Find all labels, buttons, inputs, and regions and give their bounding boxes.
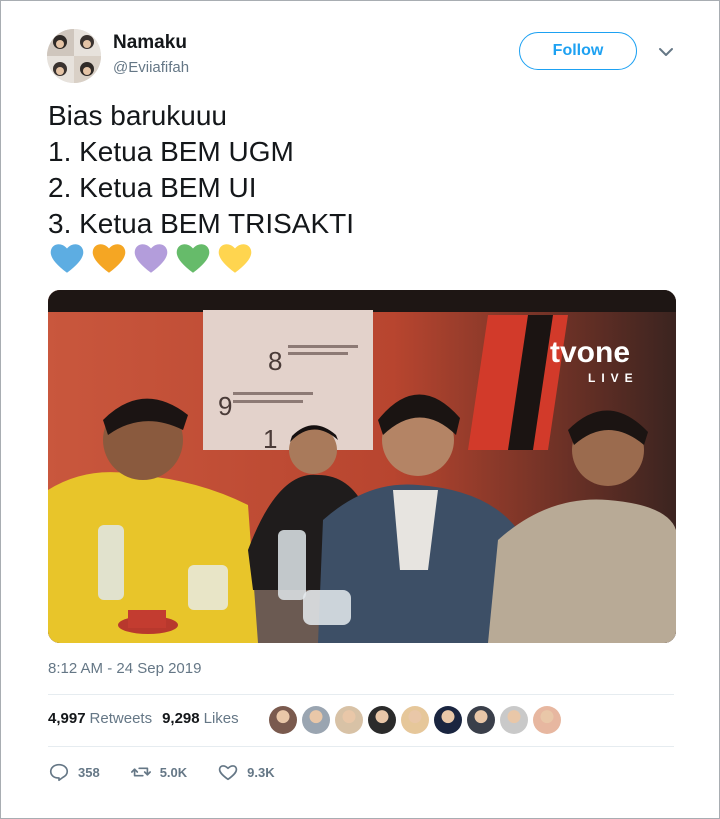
tweet-timestamp[interactable]: 8:12 AM - 24 Sep 2019 (48, 660, 201, 677)
purple-heart-icon (134, 244, 168, 273)
retweet-button[interactable]: 5.0K (130, 761, 187, 783)
heart-outline-icon (218, 765, 238, 781)
board-number: 8 (268, 346, 282, 376)
like-count: 9.3K (247, 764, 275, 780)
liker-avatar[interactable] (467, 706, 495, 734)
retweet-count: 5.0K (159, 764, 188, 780)
reply-icon (49, 763, 69, 782)
liker-avatar[interactable] (335, 706, 363, 734)
liker-avatar[interactable] (401, 706, 429, 734)
display-name[interactable]: Namaku (113, 32, 187, 54)
chevron-down-icon[interactable] (657, 43, 675, 61)
orange-heart-icon (92, 244, 126, 273)
engagement-stats: 4,997 Retweets 9,298 Likes (48, 710, 239, 727)
tweet-text-line: 1. Ketua BEM UGM (48, 136, 294, 167)
emoji-row (48, 239, 254, 277)
live-label: LIVE (588, 371, 639, 385)
retweet-icon (130, 767, 151, 777)
liker-avatar[interactable] (434, 706, 462, 734)
divider (48, 694, 674, 695)
board-number: 1 (263, 424, 277, 454)
divider (48, 746, 674, 747)
tweet-text-line: 3. Ketua BEM TRISAKTI (48, 208, 355, 239)
retweets-count: 4,997 (48, 710, 86, 727)
liker-avatar[interactable] (533, 706, 561, 734)
green-heart-icon (176, 244, 210, 273)
reply-count: 358 (78, 764, 100, 780)
likes-stat[interactable]: 9,298 Likes (162, 710, 239, 727)
tweet-header: Namaku @Eviiafifah Follow (47, 29, 679, 85)
tweet-text: Bias barukuuu 1. Ketua BEM UGM 2. Ketua BE… (48, 98, 354, 242)
liker-avatar[interactable] (302, 706, 330, 734)
retweets-stat[interactable]: 4,997 Retweets (48, 710, 152, 727)
tweet-actions: 358 5.0K 9.3K (48, 761, 305, 783)
liker-avatar[interactable] (500, 706, 528, 734)
tweet-card: Namaku @Eviiafifah Follow Bias barukuuu 1… (0, 0, 720, 819)
tvone-logo: tvone (550, 336, 630, 369)
board-number: 9 (218, 391, 232, 421)
blue-heart-icon (50, 244, 84, 273)
retweets-label: Retweets (89, 710, 153, 727)
reply-button[interactable]: 358 (48, 761, 100, 783)
avatar[interactable] (47, 29, 101, 83)
likers-avatars (269, 706, 561, 734)
tweet-text-line: Bias barukuuu (48, 100, 228, 131)
likes-count: 9,298 (162, 710, 200, 727)
user-handle[interactable]: @Eviiafifah (113, 59, 189, 76)
liker-avatar[interactable] (269, 706, 297, 734)
like-button[interactable]: 9.3K (217, 761, 275, 783)
liker-avatar[interactable] (368, 706, 396, 734)
yellow-heart-icon (218, 244, 252, 273)
tweet-photo[interactable]: 8 9 1 tvone LIVE (48, 290, 676, 643)
likes-label: Likes (203, 710, 239, 727)
follow-button[interactable]: Follow (519, 32, 637, 70)
tweet-text-line: 2. Ketua BEM UI (48, 172, 257, 203)
